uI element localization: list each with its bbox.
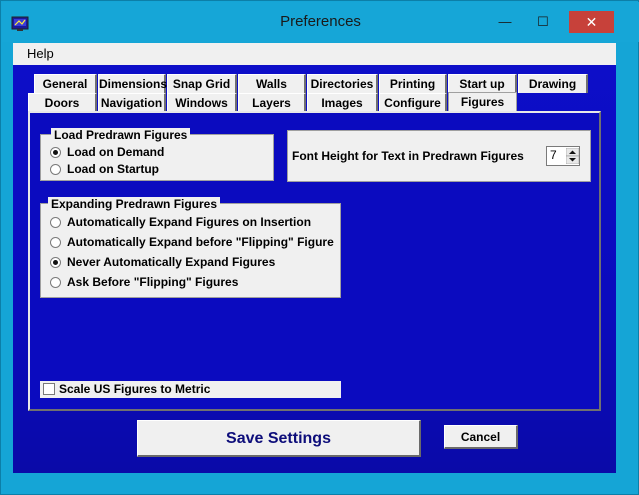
tab-directories[interactable]: Directories — [307, 74, 378, 93]
tab-general[interactable]: General — [34, 74, 97, 93]
radio-selected-icon[interactable] — [50, 257, 61, 268]
radio-icon[interactable] — [50, 237, 61, 248]
tab-configure[interactable]: Configure — [379, 93, 447, 112]
radio-label: Load on Demand — [67, 145, 165, 159]
load-predrawn-title: Load Predrawn Figures — [51, 128, 191, 142]
radio-label: Automatically Expand Figures on Insertio… — [67, 215, 312, 229]
radio-ask-before-flipping[interactable]: Ask Before "Flipping" Figures — [50, 273, 238, 291]
radio-label: Ask Before "Flipping" Figures — [67, 275, 239, 289]
minimize-button[interactable]: — — [492, 12, 518, 32]
font-height-value[interactable]: 7 — [550, 148, 557, 162]
radio-icon[interactable] — [50, 277, 61, 288]
tab-start-up[interactable]: Start up — [448, 74, 517, 93]
scale-metric-checkbox-row[interactable]: Scale US Figures to Metric — [40, 381, 341, 398]
radio-expand-on-insertion[interactable]: Automatically Expand Figures on Insertio… — [50, 213, 311, 231]
tab-walls[interactable]: Walls — [238, 74, 306, 93]
font-height-stepper[interactable]: 7 — [546, 146, 580, 166]
tab-drawing[interactable]: Drawing — [518, 74, 588, 93]
title-bar[interactable]: Preferences — ☐ ✕ — [2, 2, 639, 42]
radio-label: Load on Startup — [67, 162, 159, 176]
save-settings-button[interactable]: Save Settings — [137, 420, 421, 457]
radio-load-on-startup[interactable]: Load on Startup — [50, 160, 159, 178]
radio-expand-before-flipping[interactable]: Automatically Expand before "Flipping" F… — [50, 233, 334, 251]
radio-label: Never Automatically Expand Figures — [67, 255, 276, 269]
cancel-label: Cancel — [460, 430, 501, 444]
tab-doors[interactable]: Doors — [28, 93, 97, 112]
tab-windows[interactable]: Windows — [167, 93, 237, 112]
tab-layers[interactable]: Layers — [238, 93, 306, 112]
scale-metric-label: Scale US Figures to Metric — [59, 382, 211, 396]
checkbox-icon[interactable] — [43, 383, 55, 395]
tab-snap-grid[interactable]: Snap Grid — [167, 74, 237, 93]
tab-printing[interactable]: Printing — [379, 74, 447, 93]
menu-bar: Help — [13, 43, 616, 65]
radio-never-expand[interactable]: Never Automatically Expand Figures — [50, 253, 275, 271]
radio-icon[interactable] — [50, 217, 61, 228]
radio-icon[interactable] — [50, 164, 61, 175]
save-settings-label: Save Settings — [226, 430, 331, 447]
tab-navigation[interactable]: Navigation — [98, 93, 166, 112]
cancel-button[interactable]: Cancel — [444, 425, 518, 449]
close-button[interactable]: ✕ — [569, 11, 614, 33]
radio-selected-icon[interactable] — [50, 147, 61, 158]
maximize-button[interactable]: ☐ — [530, 12, 556, 32]
tab-images[interactable]: Images — [307, 93, 378, 112]
spin-arrows-icon[interactable] — [565, 147, 580, 165]
menu-help[interactable]: Help — [27, 46, 54, 61]
tab-dimensions[interactable]: Dimensions — [98, 74, 167, 93]
font-height-label: Font Height for Text in Predrawn Figures — [292, 149, 524, 163]
tab-figures[interactable]: Figures — [448, 92, 517, 112]
expanding-predrawn-title: Expanding Predrawn Figures — [48, 197, 221, 211]
radio-load-on-demand[interactable]: Load on Demand — [50, 143, 164, 161]
radio-label: Automatically Expand before "Flipping" F… — [67, 235, 334, 249]
